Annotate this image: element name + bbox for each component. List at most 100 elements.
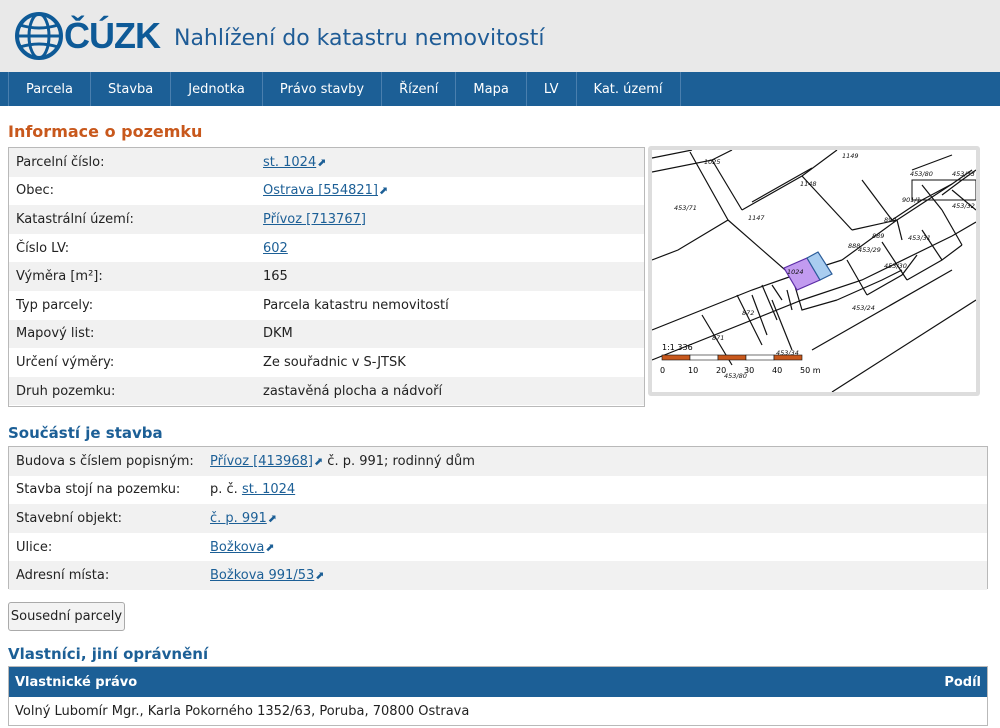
value-text: 165 [263,269,288,285]
table-row: Druh pozemku: zastavěná plocha a nádvoří [9,376,644,406]
owner-row: Volný Lubomír Mgr., Karla Pokorného 1352… [15,703,470,719]
map-parcel-label: 1149 [842,152,859,160]
external-link-icon[interactable]: ⬈ [317,156,326,169]
map-parcel-label: 453/29 [858,246,881,254]
nav-jednotka[interactable]: Jednotka [171,72,263,106]
map-parcel-label: 453/32 [952,202,975,210]
map-parcel-label: 1148 [800,180,817,188]
row-label: Katastrální území: [16,211,134,227]
nav-pravo-stavby[interactable]: Právo stavby [263,72,383,106]
value-link[interactable]: Božkova 991/53 [210,568,314,583]
row-value: Božkova 991/53⬈ [210,568,324,583]
map-parcel-label: 453/33 [952,170,975,178]
table-row: Stavební objekt: č. p. 991⬈ [9,504,987,533]
map-parcel-label: 889 [872,232,884,240]
value-link[interactable]: st. 1024 [263,155,316,170]
row-label: Obec: [16,183,55,199]
table-row: Parcelní číslo: st. 1024⬈ [9,148,644,177]
map-parcel-label: 890 [884,216,896,224]
nav-kat-uzemi[interactable]: Kat. území [577,72,681,106]
table-row: Číslo LV: 602 [9,234,644,263]
row-value: č. p. 991⬈ [210,511,277,526]
row-value: 165 [263,269,288,284]
parcel-info-table: Parcelní číslo: st. 1024⬈ Obec: Ostrava [55… [8,147,645,407]
cuzk-logo[interactable]: ČÚZK [14,11,161,61]
external-link-icon[interactable]: ⬈ [314,455,323,468]
map-scale-tick: 20 [716,366,726,375]
external-link-icon[interactable]: ⬈ [379,184,388,197]
map-drawing: 1025 1149 1148 1147 453/71 453/80 453/33 901/1 4… [652,150,976,392]
map-parcel-label: 1147 [748,214,765,222]
value-link[interactable]: č. p. 991 [210,511,267,526]
table-row: Obec: Ostrava [554821]⬈ [9,177,644,206]
row-label: Ulice: [16,539,53,555]
nav-mapa[interactable]: Mapa [456,72,527,106]
row-value: zastavěná plocha a nádvoří [263,384,442,399]
table-row: Adresní místa: Božkova 991/53⬈ [9,561,987,590]
owners-table-header: Vlastnické právo Podíl [9,667,987,697]
parcel-info-heading: Informace o pozemku [8,122,203,141]
table-row: Budova s číslem popisným: Přívoz [413968]… [9,447,987,476]
nav-stavba[interactable]: Stavba [91,72,172,106]
value-link[interactable]: Ostrava [554821] [263,183,378,198]
value-link[interactable]: 602 [263,241,288,256]
external-link-icon[interactable]: ⬈ [268,512,277,525]
map-scale-tick: 40 [772,366,782,375]
value-text: zastavěná plocha a nádvoří [263,383,443,399]
map-scale-segment [717,354,747,361]
row-value: 602 [263,241,288,256]
nav-parcela[interactable]: Parcela [8,72,92,106]
external-link-icon[interactable]: ⬈ [265,541,274,554]
row-label: Typ parcely: [16,297,94,313]
map-scale-segment [661,354,691,361]
map-parcel-label: 453/30 [884,262,907,270]
value-text: Ze souřadnic v S-JTSK [263,354,406,370]
map-scale-tick: 50 m [800,366,821,375]
table-row: Ulice: Božkova⬈ [9,533,987,562]
row-label: Druh pozemku: [16,383,116,399]
map-parcel-label: 453/71 [674,204,697,212]
nav-lv[interactable]: LV [527,72,577,106]
row-label: Určení výměry: [16,354,115,370]
map-scale-tick: 0 [660,366,665,375]
map-parcel-label: 871 [712,334,724,342]
value-link[interactable]: Přívoz [413968] [210,454,313,469]
nav-rizeni[interactable]: Řízení [382,72,457,106]
map-canvas[interactable]: 1025 1149 1148 1147 453/71 453/80 453/33 901/1 4… [652,150,976,392]
row-value: Božkova⬈ [210,540,275,555]
map-scale-tick: 10 [688,366,698,375]
value-link[interactable]: Přívoz [713767] [263,212,366,227]
header: ČÚZK Nahlížení do katastru nemovitostí [0,0,1000,72]
value-text: DKM [263,326,293,342]
value-link[interactable]: Božkova [210,540,264,555]
map-scale-ratio: 1:1 336 [662,343,693,352]
table-row: Mapový list: DKM [9,319,644,349]
row-label: Budova s číslem popisným: [16,453,194,469]
globe-icon [15,12,63,60]
building-table: Budova s číslem popisným: Přívoz [413968]… [8,446,988,590]
map-scale-segment [745,354,775,361]
map-parcel-label: 453/24 [852,304,875,312]
value-link[interactable]: st. 1024 [242,482,295,497]
map-scale-segment [689,354,719,361]
neighbor-parcels-button[interactable]: Sousední parcely [8,602,125,631]
row-value: Ostrava [554821]⬈ [263,183,388,198]
building-heading: Součástí je stavba [8,424,163,442]
site-title: Nahlížení do katastru nemovitostí [173,25,545,51]
row-label: Mapový list: [16,326,95,342]
row-value: Přívoz [413968]⬈ č. p. 991; rodinný dům [210,454,475,469]
external-link-icon[interactable]: ⬈ [315,569,324,582]
cadastral-map[interactable]: 1025 1149 1148 1147 453/71 453/80 453/33 901/1 4… [648,146,980,396]
value-text: Parcela katastru nemovitostí [263,297,449,313]
value-text: p. č. [210,482,242,498]
value-text: č. p. 991; rodinný dům [323,453,475,469]
row-value: Přívoz [713767] [263,212,366,227]
owners-heading: Vlastníci, jiní oprávnění [8,645,209,663]
owners-table: Vlastnické právo Podíl Volný Lubomír Mgr… [8,666,988,726]
map-parcel-label: 453/31 [908,234,931,242]
row-value: Parcela katastru nemovitostí [263,298,449,313]
map-scale-segment [773,354,803,361]
row-label: Stavební objekt: [16,510,123,526]
col-ownership-right: Vlastnické právo [15,674,138,690]
row-value: p. č. st. 1024 [210,482,295,497]
